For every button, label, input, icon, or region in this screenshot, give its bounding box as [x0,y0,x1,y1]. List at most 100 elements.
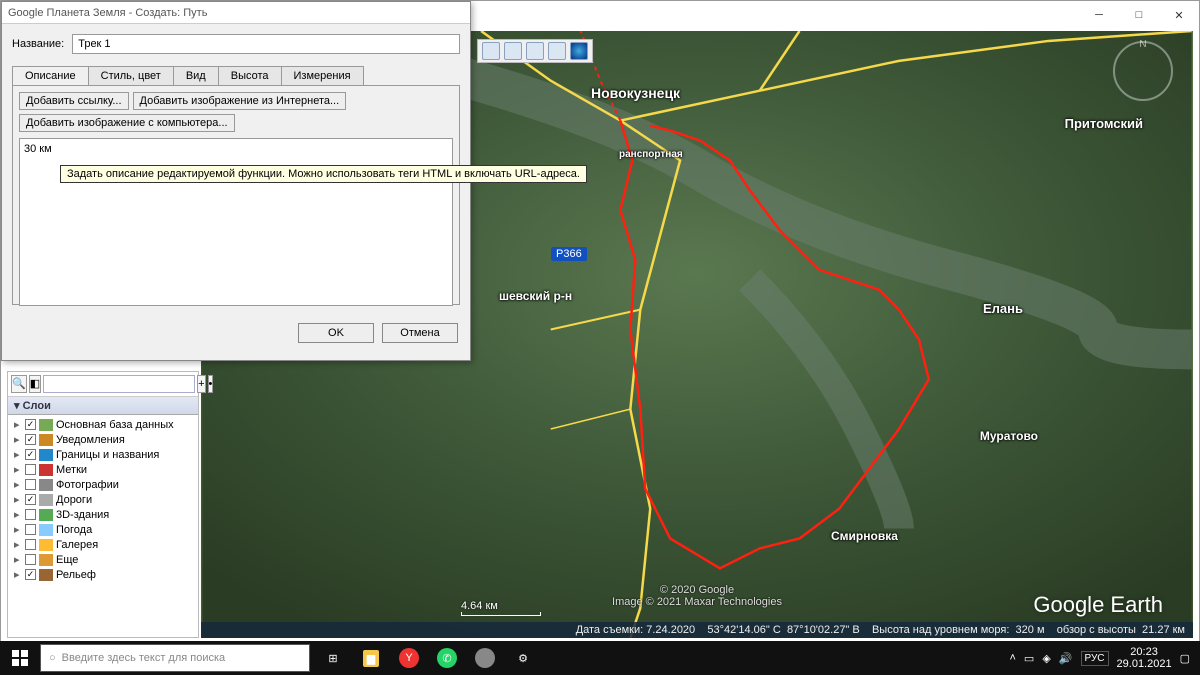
layer-checkbox[interactable] [25,509,36,520]
layer-icon [39,509,53,521]
layer-checkbox[interactable] [25,524,36,535]
layer-icon [39,479,53,491]
layer-item[interactable]: ▸ Еще [14,552,196,567]
layer-item[interactable]: ▸✓Дороги [14,492,196,507]
layer-label: Фотографии [56,479,119,491]
layer-item[interactable]: ▸✓Границы и названия [14,447,196,462]
tray-notifications-icon[interactable]: ▢ [1180,652,1190,665]
tray-chevron-icon[interactable]: ˄ [1009,652,1015,664]
elev-label: Высота над уровнем моря: [872,624,1009,636]
layer-checkbox[interactable] [25,554,36,565]
layer-checkbox[interactable] [25,479,36,490]
places-search-input[interactable] [43,375,195,393]
maximize-button[interactable]: □ [1119,3,1159,27]
google-earth-logo: Google Earth [1033,592,1163,618]
scale-value: 4.64 км [461,600,498,612]
task-view-icon[interactable]: ⊞ [314,641,352,675]
add-local-image-button[interactable]: Добавить изображение с компьютера... [19,114,235,132]
copyright-google: © 2020 Google [612,584,782,596]
compass-widget[interactable] [1113,41,1173,101]
add-web-image-button[interactable]: Добавить изображение из Интернета... [133,92,347,110]
layer-checkbox[interactable] [25,464,36,475]
yandex-browser-icon[interactable]: Y [390,641,428,675]
whatsapp-icon[interactable]: ✆ [428,641,466,675]
expand-arrow-icon[interactable]: ▸ [14,523,22,536]
tab-description[interactable]: Описание [12,66,89,85]
layer-item[interactable]: ▸ Фотографии [14,477,196,492]
layer-checkbox[interactable]: ✓ [25,494,36,505]
expand-arrow-icon[interactable]: ▸ [14,538,22,551]
city-label-pritomsky: Притомский [1065,116,1143,131]
city-label-novokuznetsk: Новокузнецк [591,85,680,101]
close-button[interactable]: ✕ [1159,3,1199,27]
ok-button[interactable]: OK [298,323,374,343]
expand-arrow-icon[interactable]: ▸ [14,463,22,476]
toolbar-print-icon[interactable] [504,42,522,60]
name-label: Название: [12,38,64,50]
toolbar-globe-icon[interactable] [570,42,588,60]
toolbar-save-icon[interactable] [526,42,544,60]
layer-icon [39,464,53,476]
layer-item[interactable]: ▸3D-здания [14,507,196,522]
tab-altitude[interactable]: Высота [218,66,282,85]
expand-arrow-icon[interactable]: ▸ [14,568,22,581]
copyright-maxar: Image © 2021 Maxar Technologies [612,596,782,608]
toolbar-email-icon[interactable] [482,42,500,60]
expand-arrow-icon[interactable]: ▸ [14,553,22,566]
layer-checkbox[interactable]: ✓ [25,569,36,580]
file-explorer-icon[interactable]: ▆ [352,641,390,675]
layer-label: Метки [56,464,87,476]
layer-checkbox[interactable]: ✓ [25,449,36,460]
expand-arrow-icon[interactable]: ▸ [14,448,22,461]
description-textarea[interactable]: 30 км Задать описание редактируемой функ… [19,138,453,306]
system-tray: ˄ ▭ ◈ 🔊 РУС 20:23 29.01.2021 ▢ [999,646,1200,670]
expand-arrow-icon[interactable]: ▸ [14,433,22,446]
tray-date: 29.01.2021 [1117,658,1172,670]
eye-alt-value: 21.27 км [1142,624,1185,636]
taskbar-search[interactable]: ○ Введите здесь текст для поиска [40,644,310,672]
panel-mode-icon[interactable]: ◧ [29,375,41,393]
tray-battery-icon[interactable]: ▭ [1024,652,1034,665]
expand-arrow-icon[interactable]: ▸ [14,418,22,431]
scale-bar: 4.64 км [461,600,541,616]
name-input[interactable] [72,34,460,54]
dialog-titlebar[interactable]: Google Планета Земля - Создать: Путь [2,2,470,24]
start-button[interactable] [0,641,40,675]
layers-panel: 🔍 ◧ + • ▾ Слои ▸✓Основная база данных▸✓У… [7,371,199,638]
layer-icon [39,449,53,461]
expand-arrow-icon[interactable]: ▸ [14,508,22,521]
toolbar-gallery-icon[interactable] [548,42,566,60]
map-attribution: © 2020 Google Image © 2021 Maxar Technol… [612,584,782,608]
layer-checkbox[interactable]: ✓ [25,419,36,430]
expand-arrow-icon[interactable]: ▸ [14,478,22,491]
layer-item[interactable]: ▸✓Основная база данных [14,417,196,432]
layer-checkbox[interactable] [25,539,36,550]
tab-measurements[interactable]: Измерения [281,66,364,85]
tray-language[interactable]: РУС [1081,651,1109,666]
layers-header[interactable]: ▾ Слои [8,397,198,415]
minimize-button[interactable]: ─ [1079,3,1119,27]
cancel-button[interactable]: Отмена [382,323,458,343]
add-link-button[interactable]: Добавить ссылку... [19,92,129,110]
tab-style[interactable]: Стиль, цвет [88,66,174,85]
more-icon[interactable]: • [208,375,214,393]
city-label-yelan: Елань [983,301,1023,316]
layer-checkbox[interactable]: ✓ [25,434,36,445]
layer-item[interactable]: ▸✓Уведомления [14,432,196,447]
city-label-smirnovka: Смирновка [831,529,898,543]
search-icon[interactable]: 🔍 [11,375,27,393]
add-icon[interactable]: + [197,375,205,393]
tray-volume-icon[interactable]: 🔊 [1059,652,1073,665]
dialog-title-text: Google Планета Земля - Создать: Путь [8,7,207,19]
layer-item[interactable]: ▸ Метки [14,462,196,477]
expand-arrow-icon[interactable]: ▸ [14,493,22,506]
tab-view[interactable]: Вид [173,66,219,85]
layer-item[interactable]: ▸✓Рельеф [14,567,196,582]
layer-item[interactable]: ▸Галерея [14,537,196,552]
tray-clock[interactable]: 20:23 29.01.2021 [1117,646,1172,670]
settings-icon[interactable]: ⚙ [504,641,542,675]
layer-label: Еще [56,554,78,566]
tray-wifi-icon[interactable]: ◈ [1042,652,1050,665]
layer-item[interactable]: ▸Погода [14,522,196,537]
google-earth-icon[interactable] [466,641,504,675]
